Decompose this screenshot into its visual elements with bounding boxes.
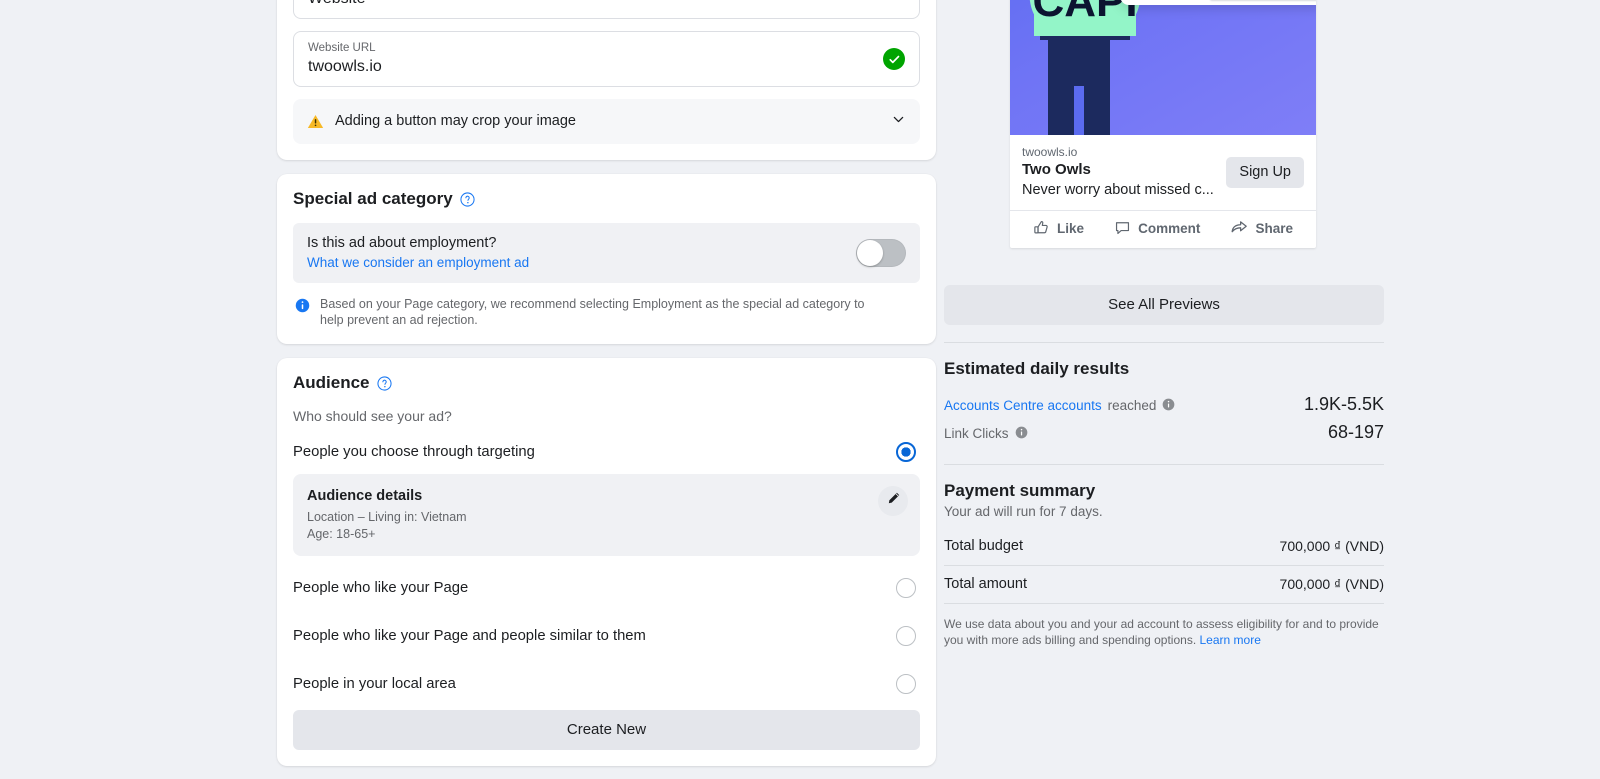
estimated-results-title: Estimated daily results bbox=[944, 359, 1130, 378]
website-field[interactable]: Website bbox=[293, 0, 920, 19]
info-circle-icon[interactable] bbox=[1015, 426, 1028, 442]
audience-details-title: Audience details bbox=[307, 488, 423, 504]
ad-preview-card: CAPI 552 reviews 5 5 4 3 2 1 Overa bbox=[1010, 0, 1316, 248]
like-label: Like bbox=[1057, 221, 1085, 236]
crop-notice[interactable]: Adding a button may crop your image bbox=[293, 99, 920, 144]
employment-toggle-switch[interactable] bbox=[856, 238, 906, 267]
check-circle-icon bbox=[883, 48, 905, 70]
estimated-row-reach: Accounts Centre accounts reached 1.9K-5.… bbox=[944, 390, 1384, 418]
employment-toggle-row[interactable]: Is this ad about employment? What we con… bbox=[293, 223, 920, 283]
audience-card: Audience Who should see your ad? People … bbox=[277, 358, 936, 766]
ad-preview-body: twoowls.io Two Owls Never worry about mi… bbox=[1010, 135, 1316, 210]
like-action[interactable]: Like bbox=[1033, 219, 1084, 239]
audience-radio-targeting[interactable] bbox=[896, 442, 916, 462]
audience-details-age: Age: 18-65+ bbox=[307, 527, 376, 541]
ad-preview-description: Never worry about missed c... bbox=[1022, 182, 1214, 198]
legal-text: We use data about you and your ad accoun… bbox=[944, 617, 1379, 647]
audience-radio-page-likers-similar[interactable] bbox=[896, 626, 916, 646]
ad-creative-image: CAPI 552 reviews 5 5 4 3 2 1 Overa bbox=[1010, 0, 1316, 135]
audience-option-label: People you choose through targeting bbox=[293, 444, 535, 460]
website-field-value: Website bbox=[308, 0, 905, 9]
reviews-overlay-card: 552 reviews 5 5 4 3 2 1 Overall rating 5… bbox=[1120, 0, 1316, 5]
audience-edit-button[interactable] bbox=[878, 486, 908, 516]
destination-card: Website Website URL twoowls.io Adding a … bbox=[277, 0, 936, 160]
info-circle-icon[interactable] bbox=[1162, 398, 1175, 414]
special-ad-category-title-text: Special ad category bbox=[293, 189, 453, 208]
audience-radio-page-likers[interactable] bbox=[896, 578, 916, 598]
payment-summary-title: Payment summary bbox=[944, 481, 1096, 500]
comment-bubble-icon bbox=[1114, 219, 1131, 239]
question-circle-icon[interactable] bbox=[460, 191, 475, 207]
special-ad-category-title: Special ad category bbox=[293, 188, 920, 210]
special-ad-category-info: Based on your Page category, we recommen… bbox=[293, 296, 920, 328]
employment-info-link[interactable]: What we consider an employment ad bbox=[307, 253, 529, 272]
audience-option-label: People who like your Page bbox=[293, 580, 469, 596]
reviews-placeholder-footer bbox=[1210, 0, 1316, 1]
employment-question: Is this ad about employment? bbox=[307, 235, 497, 251]
audience-option-local-area[interactable]: People in your local area bbox=[293, 660, 920, 704]
estimated-reach-value: 1.9K-5.5K bbox=[1303, 394, 1384, 414]
info-circle-icon bbox=[295, 298, 310, 328]
ads-creation-screen: Website Website URL twoowls.io Adding a … bbox=[0, 0, 1600, 779]
summary-panel: Estimated daily results Accounts Centre … bbox=[944, 342, 1384, 648]
payment-row-total-budget: Total budget 700,000 ₫ (VND) bbox=[944, 528, 1384, 565]
website-url-field[interactable]: Website URL twoowls.io bbox=[293, 31, 920, 87]
special-ad-category-info-text: Based on your Page category, we recommen… bbox=[320, 297, 865, 327]
chevron-down-icon[interactable] bbox=[891, 112, 906, 132]
estimated-daily-results: Estimated daily results Accounts Centre … bbox=[944, 343, 1384, 446]
crop-notice-text: Adding a button may crop your image bbox=[335, 113, 576, 129]
audience-option-label: People in your local area bbox=[293, 676, 456, 692]
audience-option-page-likers[interactable]: People who like your Page bbox=[293, 564, 920, 612]
see-all-previews-button[interactable]: See All Previews bbox=[944, 285, 1384, 325]
estimated-row-link-clicks: Link Clicks 68-197 bbox=[944, 418, 1384, 446]
question-circle-icon[interactable] bbox=[376, 375, 392, 391]
pencil-icon bbox=[886, 491, 901, 511]
website-url-label: Website URL bbox=[308, 42, 376, 54]
ad-form-column: Website Website URL twoowls.io Adding a … bbox=[277, 0, 936, 779]
create-new-audience-button[interactable]: Create New bbox=[293, 710, 920, 750]
payment-summary: Payment summary Your ad will run for 7 d… bbox=[944, 465, 1384, 648]
estimated-link-clicks-value: 68-197 bbox=[1327, 422, 1384, 442]
comment-action[interactable]: Comment bbox=[1114, 219, 1200, 239]
total-budget-value: 700,000 ₫ (VND) bbox=[1279, 538, 1384, 554]
audience-radio-local-area[interactable] bbox=[896, 674, 916, 694]
audience-option-page-likers-similar[interactable]: People who like your Page and people sim… bbox=[293, 612, 920, 660]
audience-title: Audience bbox=[293, 372, 920, 394]
website-url-value: twoowls.io bbox=[308, 58, 382, 75]
toggle-knob bbox=[857, 239, 883, 266]
share-label: Share bbox=[1255, 221, 1293, 236]
total-amount-label: Total amount bbox=[944, 576, 1028, 592]
audience-details-box: Audience details Location – Living in: V… bbox=[293, 474, 920, 556]
creative-text: CAPI bbox=[1032, 0, 1137, 26]
total-budget-label: Total budget bbox=[944, 538, 1024, 554]
special-ad-category-card: Special ad category Is this ad about emp… bbox=[277, 174, 936, 344]
link-clicks-label: Link Clicks bbox=[944, 426, 1009, 441]
ad-preview-cta-button[interactable]: Sign Up bbox=[1226, 156, 1304, 188]
payment-summary-subtitle: Your ad will run for 7 days. bbox=[944, 504, 1103, 519]
share-action[interactable]: Share bbox=[1230, 218, 1293, 239]
accounts-centre-link[interactable]: Accounts Centre accounts bbox=[944, 398, 1102, 413]
audience-title-text: Audience bbox=[293, 373, 370, 392]
ad-preview-actions: Like Comment Share bbox=[1010, 210, 1316, 248]
billing-legal-text: We use data about you and your ad accoun… bbox=[944, 604, 1384, 648]
reach-label-rest: reached bbox=[1107, 398, 1157, 413]
audience-option-label: People who like your Page and people sim… bbox=[293, 628, 646, 644]
audience-details-location: Location – Living in: Vietnam bbox=[307, 510, 467, 524]
audience-option-targeting[interactable]: People you choose through targeting bbox=[293, 426, 920, 471]
warning-triangle-icon bbox=[307, 113, 324, 130]
comment-label: Comment bbox=[1138, 221, 1201, 236]
learn-more-link[interactable]: Learn more bbox=[1200, 633, 1261, 647]
thumbs-up-icon bbox=[1033, 219, 1050, 239]
owl-illustration: CAPI bbox=[1010, 0, 1160, 135]
audience-subtitle: Who should see your ad? bbox=[293, 408, 452, 424]
ad-preview-domain: twoowls.io bbox=[1022, 145, 1078, 159]
share-arrow-icon bbox=[1230, 218, 1248, 239]
payment-row-total-amount: Total amount 700,000 ₫ (VND) bbox=[944, 566, 1384, 603]
ad-preview-title: Two Owls bbox=[1022, 161, 1091, 178]
total-amount-value: 700,000 ₫ (VND) bbox=[1279, 576, 1384, 592]
